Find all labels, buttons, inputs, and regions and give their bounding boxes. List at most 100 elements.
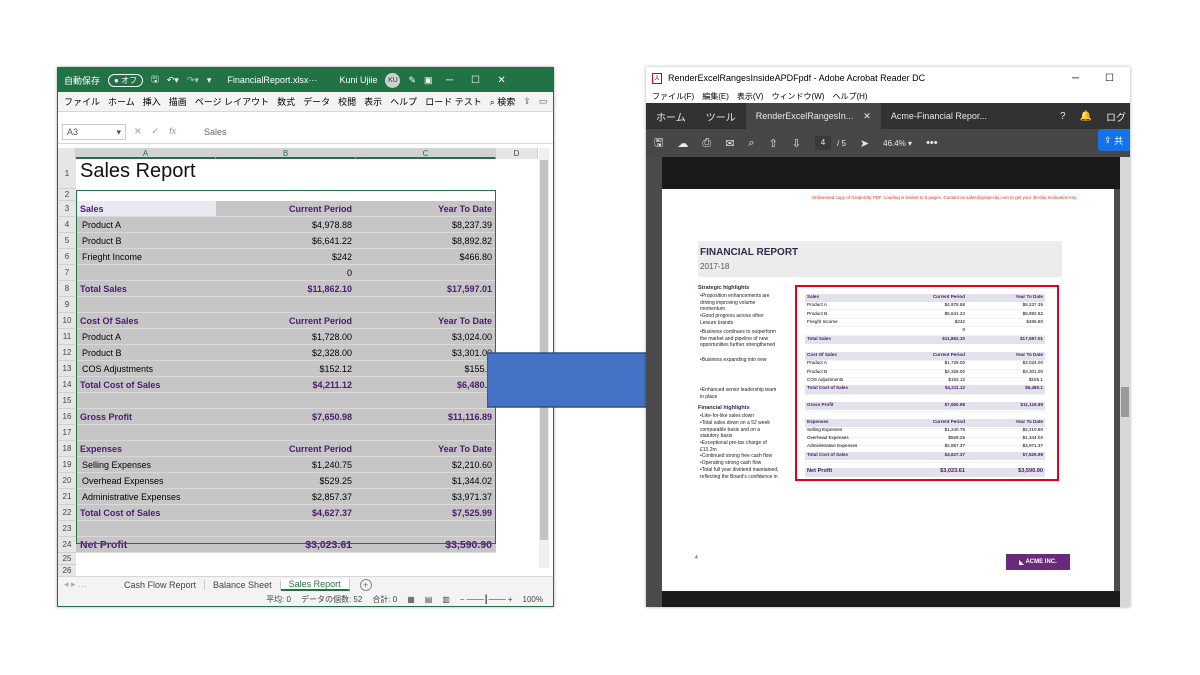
maximize-button[interactable]: ☐ [1105,73,1114,84]
cell-a[interactable]: Selling Expenses [76,457,216,472]
search-box[interactable]: ⌕ 検索 [490,95,516,108]
cell-c[interactable]: Year To Date [356,201,496,216]
cell-b[interactable]: Current Period [216,201,356,216]
tab-cash-flow-report[interactable]: Cash Flow Report [116,579,206,590]
cell-c[interactable]: $17,597.01 [356,281,496,296]
table-row[interactable] [76,393,496,409]
ribbon-tab-formulas[interactable]: 数式 [277,95,295,108]
menu-view[interactable]: 表示(V) [737,91,764,102]
cell-c[interactable]: $466.80 [356,249,496,264]
minimize-button[interactable]: ─ [441,75,459,86]
cell-a[interactable]: Total Cost of Sales [76,505,216,520]
cell-c[interactable]: $7,525.99 [356,505,496,520]
row-header[interactable]: 6 [58,249,76,265]
prev-page-icon[interactable]: ⇧ [769,137,778,150]
column-header-a[interactable]: A [76,148,216,159]
table-row[interactable]: 0 [76,265,496,281]
add-sheet-button[interactable]: + [359,578,372,591]
ribbon-tab-home[interactable]: ホーム [108,95,135,108]
page-layout-view-icon[interactable]: ▤ [425,595,433,604]
row-header[interactable]: 20 [58,473,76,489]
share-icon[interactable]: ⇪ [523,96,531,107]
cell-b[interactable] [216,297,356,312]
row-header[interactable]: 25 [58,553,76,565]
share-button[interactable]: ⇪ 共 [1098,129,1130,151]
comments-icon[interactable]: ▭ [539,96,548,107]
cell-a[interactable]: Cost Of Sales [76,313,216,328]
cell-c[interactable] [356,521,496,536]
select-all-corner[interactable] [58,148,76,159]
row-header[interactable]: 16 [58,409,76,425]
row-header[interactable]: 11 [58,329,76,345]
row-header[interactable]: 17 [58,425,76,441]
tab-tools[interactable]: ツール [696,103,746,129]
more-icon[interactable]: ••• [926,137,938,149]
ribbon-tab-insert[interactable]: 挿入 [143,95,161,108]
redo-icon[interactable]: ↷▾ [187,75,199,86]
cell-b[interactable]: $2,857.37 [216,489,356,504]
cell-a[interactable]: Net Profit [76,537,216,552]
cell-b[interactable]: $7,650.98 [216,409,356,424]
table-row[interactable]: Sales Current Period Year To Date [76,201,496,217]
spreadsheet-grid[interactable]: A B C D 1 2 3 4 5 6 7 8 9 10 11 12 13 14 15 16 17 18 19 20 2… [58,148,538,589]
close-icon[interactable]: ✕ [863,111,871,122]
cell-b[interactable]: 0 [216,265,356,280]
cell-a[interactable]: Expenses [76,441,216,456]
save-icon[interactable]: 🖫 [151,72,159,88]
email-icon[interactable]: ✉ [725,137,734,150]
ribbon-tab-view[interactable]: 表示 [364,95,382,108]
column-header-d[interactable]: D [496,148,538,159]
cell-c[interactable] [356,425,496,440]
cell-a[interactable]: Product B [76,233,216,248]
table-row[interactable]: Expenses Current Period Year To Date [76,441,496,457]
cell-c[interactable]: $6,480.1 [356,377,496,392]
print-icon[interactable]: ⎙ [702,137,711,150]
cell-b[interactable]: $1,240.75 [216,457,356,472]
row-header[interactable]: 21 [58,489,76,505]
cell-a[interactable]: Product A [76,329,216,344]
insert-function-icon[interactable]: fx [169,126,176,137]
cell-c[interactable] [356,297,496,312]
enter-icon[interactable]: ✓ [152,126,160,137]
row-header[interactable]: 18 [58,441,76,457]
cursor-icon[interactable]: ➤ [860,137,869,150]
ribbon-tab-help[interactable]: ヘルプ [390,95,417,108]
zoom-dropdown[interactable]: 46.4% ▾ [883,139,912,148]
cell-c[interactable]: $2,210.60 [356,457,496,472]
table-row[interactable]: Total Cost of Sales $4,211.12 $6,480.1 [76,377,496,393]
cell-b[interactable]: $4,627.37 [216,505,356,520]
table-row[interactable] [76,297,496,313]
row-header[interactable]: 13 [58,361,76,377]
cell-c[interactable]: $3,024.00 [356,329,496,344]
table-row[interactable]: Total Cost of Sales $4,627.37 $7,525.99 [76,505,496,521]
row-header[interactable]: 14 [58,377,76,393]
table-row[interactable]: Product B $6,641.22 $8,892.82 [76,233,496,249]
cell-a[interactable]: Overhead Expenses [76,473,216,488]
cell-a[interactable]: Administrative Expenses [76,489,216,504]
cell-b[interactable]: $11,862.10 [216,281,356,296]
row-header[interactable]: 10 [58,313,76,329]
cell-b[interactable]: $529.25 [216,473,356,488]
undo-icon[interactable]: ↶▾ [167,75,179,86]
table-row[interactable]: Product B $2,328.00 $3,301.00 [76,345,496,361]
pen-icon[interactable]: ✎ [408,75,416,86]
cell-c[interactable]: $155.1 [356,361,496,376]
customize-qat-icon[interactable]: ▾ [207,75,212,86]
close-button[interactable]: ✕ [493,75,511,86]
menu-window[interactable]: ウィンドウ(W) [772,91,825,102]
cell-a[interactable]: Frieght Income [76,249,216,264]
help-icon[interactable]: ? [1060,111,1066,122]
table-row[interactable]: Product A $1,728.00 $3,024.00 [76,329,496,345]
cell-a[interactable] [76,265,216,280]
upload-icon[interactable]: ☁ [677,137,688,150]
tab-home[interactable]: ホーム [646,103,696,129]
menu-file[interactable]: ファイル(F) [652,91,694,102]
ribbon-tab-page-layout[interactable]: ページ レイアウト [195,95,269,108]
login-label[interactable]: ログ [1106,109,1126,124]
cell-c[interactable]: $3,301.00 [356,345,496,360]
table-row[interactable]: COS Adjustments $152.12 $155.1 [76,361,496,377]
menu-help[interactable]: ヘルプ(H) [832,91,867,102]
table-row[interactable]: Overhead Expenses $529.25 $1,344.02 [76,473,496,489]
search-icon[interactable]: ⌕ [748,137,754,150]
row-header[interactable]: 22 [58,505,76,521]
